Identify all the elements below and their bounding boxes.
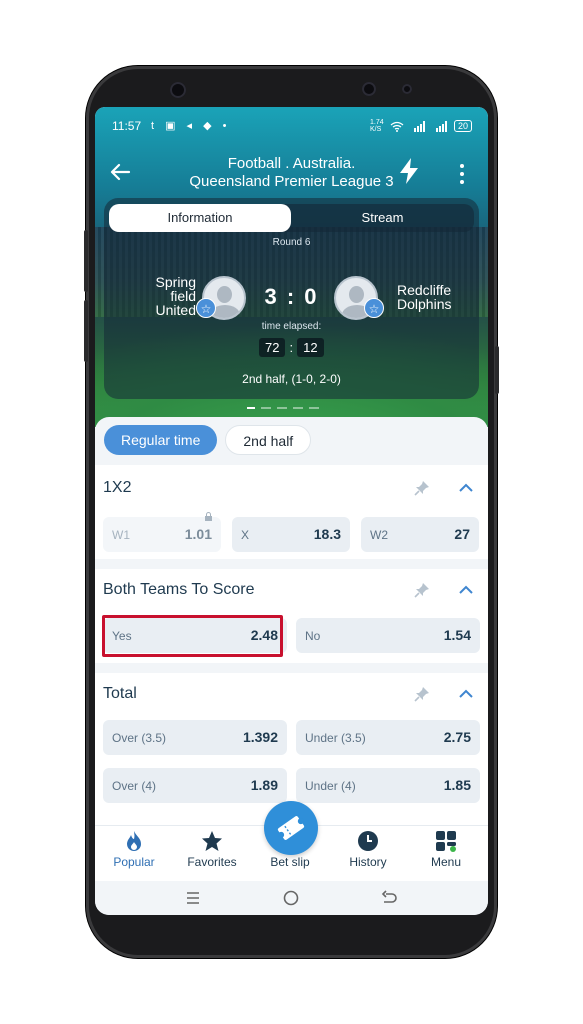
status-bar: 11:57 t ▣ ◂ ◆ • 1.74 K/S 20 <box>95 107 488 143</box>
tab-2nd-half[interactable]: 2nd half <box>225 425 312 455</box>
star-icon <box>202 831 222 851</box>
odd-x[interactable]: X 18.3 <box>232 517 350 552</box>
tab-information[interactable]: Information <box>109 204 291 232</box>
elapsed-minutes: 72 <box>259 338 286 357</box>
volume-button <box>84 230 88 292</box>
screen: 11:57 t ▣ ◂ ◆ • 1.74 K/S 20 Football . A… <box>95 107 488 915</box>
grid-menu-icon <box>436 831 456 852</box>
market-1x2: 1X2 W1 1.01 X 18.3 W2 27 <box>95 465 488 559</box>
period-tabs: Regular time 2nd half <box>104 425 312 455</box>
time-elapsed: 72 : 12 <box>259 338 324 357</box>
chevron-up-icon[interactable] <box>457 479 475 497</box>
signal-icon <box>435 120 447 132</box>
bet-slip-button[interactable] <box>264 801 318 855</box>
elapsed-seconds: 12 <box>297 338 324 357</box>
app-bar: Football . Australia. Queensland Premier… <box>95 151 488 195</box>
flame-icon <box>127 831 141 851</box>
odd-w1[interactable]: W1 1.01 <box>103 512 221 552</box>
market-both-teams-to-score: Both Teams To Score Yes 2.48 No 1.54 <box>95 569 488 663</box>
notification-icons: t ▣ ◂ ◆ • <box>151 120 231 132</box>
pin-icon[interactable] <box>413 581 431 599</box>
tab-stream[interactable]: Stream <box>291 204 474 232</box>
favorite-star-icon[interactable]: ☆ <box>364 298 384 318</box>
power-button <box>495 346 499 394</box>
signal-icon <box>413 120 425 132</box>
system-nav-bar <box>95 881 488 915</box>
back-icon[interactable] <box>381 890 397 906</box>
odd-under-3-5[interactable]: Under (3.5) 2.75 <box>296 720 480 755</box>
pin-icon[interactable] <box>413 479 431 497</box>
chevron-up-icon[interactable] <box>457 685 475 703</box>
highlight-box <box>102 615 283 657</box>
stadium-header: 11:57 t ▣ ◂ ◆ • 1.74 K/S 20 Football . A… <box>95 107 488 427</box>
wifi-icon <box>390 121 404 132</box>
front-camera-icon <box>362 82 376 96</box>
match-card: Information Stream Round 6 Spring field … <box>104 198 479 399</box>
carousel-indicator <box>247 407 319 409</box>
nav-bet-slip[interactable]: Bet slip <box>251 853 329 869</box>
odd-under-4[interactable]: Under (4) 1.85 <box>296 768 480 803</box>
home-icon[interactable] <box>283 890 299 906</box>
clock-icon <box>358 831 378 851</box>
markets-sheet: Regular time 2nd half 1X2 W1 1.01 X 18.3… <box>95 417 488 830</box>
market-title: Both Teams To Score <box>103 581 255 598</box>
nav-favorites[interactable]: Favorites <box>173 830 251 869</box>
ticket-icon <box>277 816 305 840</box>
odd-over-3-5[interactable]: Over (3.5) 1.392 <box>103 720 287 755</box>
market-title: Total <box>103 685 137 702</box>
round-label: Round 6 <box>272 237 311 248</box>
tab-regular-time[interactable]: Regular time <box>104 425 218 455</box>
volume-button-down <box>84 300 88 362</box>
odd-no[interactable]: No 1.54 <box>296 618 480 653</box>
half-info: 2nd half, (1-0, 2-0) <box>242 372 341 386</box>
odd-w2[interactable]: W2 27 <box>361 517 479 552</box>
pin-icon[interactable] <box>413 685 431 703</box>
battery-icon: 20 <box>453 120 472 132</box>
time-elapsed-label: time elapsed: <box>261 321 322 332</box>
nav-popular[interactable]: Popular <box>95 830 173 869</box>
status-time: 11:57 <box>112 119 142 133</box>
market-title: 1X2 <box>103 479 132 496</box>
recent-apps-icon[interactable] <box>185 890 201 906</box>
net-speed: 1.74 K/S <box>369 119 384 133</box>
more-options-icon[interactable] <box>458 163 466 185</box>
sensor-icon <box>402 84 412 94</box>
lightning-icon[interactable] <box>397 157 421 185</box>
away-team-name: Redcliffe Dolphins <box>397 282 452 312</box>
odd-over-4[interactable]: Over (4) 1.89 <box>103 768 287 803</box>
chevron-up-icon[interactable] <box>457 581 475 599</box>
match-tab-switch: Information Stream <box>109 204 474 232</box>
sensor-icon <box>170 82 186 98</box>
lock-icon <box>205 512 212 521</box>
nav-history[interactable]: History <box>329 830 407 869</box>
nav-menu[interactable]: Menu <box>407 830 485 869</box>
system-status-icons: 1.74 K/S 20 <box>370 119 472 133</box>
